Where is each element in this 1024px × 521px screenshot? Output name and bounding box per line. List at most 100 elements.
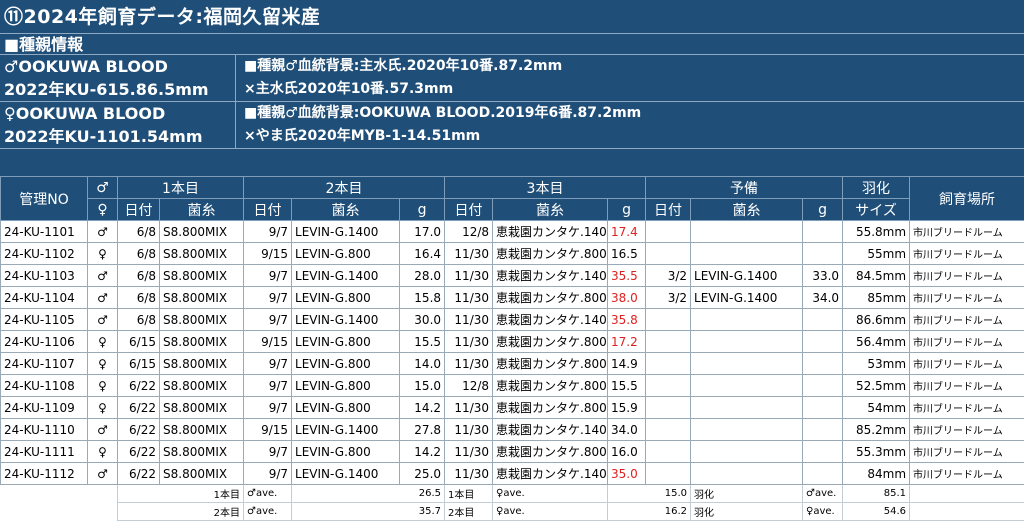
cell-fungus-2: LEVIN-G.800 [292,397,400,419]
summary-value-1: 35.7 [292,503,445,521]
cell-date-3: 12/8 [445,221,493,243]
cell-no: 24-KU-1107 [1,353,88,375]
cell-fungus-2: LEVIN-G.800 [292,243,400,265]
cell-fungus-1: S8.800MIX [160,375,244,397]
cell-g-2: 15.0 [400,375,445,397]
cell-g-2: 16.4 [400,243,445,265]
cell-fungus-2: LEVIN-G.800 [292,375,400,397]
cell-date-2: 9/7 [244,397,292,419]
cell-date-2: 9/7 [244,221,292,243]
col-g-4: g [803,199,843,221]
summary-row: 2本目♂ave.35.72本目♀ave.16.2羽化♀ave.54.6 [1,503,1024,521]
summary-label-3: 羽化 [691,503,803,521]
cell-fungus-2: LEVIN-G.1400 [292,265,400,287]
cell-fungus-1: S8.800MIX [160,397,244,419]
cell-g-3: 34.0 [608,419,646,441]
cell-g-4 [803,397,843,419]
cell-g-3: 35.8 [608,309,646,331]
cell-place: 市川ブリードルーム [910,287,1024,309]
cell-date-1: 6/15 [118,331,160,353]
cell-fungus-4 [691,221,803,243]
male-parent-lineage: ■種親♂血統背景:主水氏.2020年10番.87.2mm ×主水氏2020年10… [244,55,562,101]
table-row: 24-KU-1112♂6/22S8.800MIX9/7LEVIN-G.14002… [1,463,1024,485]
cell-date-4 [646,463,691,485]
summary-blank-cell [1,485,118,503]
cell-no: 24-KU-1105 [1,309,88,331]
cell-date-4 [646,375,691,397]
cell-g-2: 14.0 [400,353,445,375]
female-lineage-line1: ■種親♂血統背景:OOKUWA BLOOD.2019年6番.87.2mm [244,102,641,125]
cell-no: 24-KU-1111 [1,441,88,463]
cell-date-1: 6/22 [118,419,160,441]
cell-fungus-1: S8.800MIX [160,243,244,265]
male-parent-id: ♂OOKUWA BLOOD 2022年KU-615.86.5mm [0,55,236,102]
col-size-header: サイズ [843,199,910,221]
col-date-2: 日付 [244,199,292,221]
col-date-1: 日付 [118,199,160,221]
cell-fungus-4 [691,463,803,485]
cell-sex: ♀ [88,331,118,353]
table-row: 24-KU-1109♀6/22S8.800MIX9/7LEVIN-G.80014… [1,397,1024,419]
cell-g-4 [803,463,843,485]
cell-fungus-4 [691,353,803,375]
summary-label-3: 羽化 [691,485,803,503]
cell-fungus-4 [691,419,803,441]
cell-date-2: 9/7 [244,375,292,397]
cell-fungus-4 [691,309,803,331]
table-row: 24-KU-1104♂6/8S8.800MIX9/7LEVIN-G.80015.… [1,287,1024,309]
table-row: 24-KU-1108♀6/22S8.800MIX9/7LEVIN-G.80015… [1,375,1024,397]
cell-sex: ♀ [88,353,118,375]
cell-fungus-2: LEVIN-G.800 [292,353,400,375]
col-spare-header: 予備 [646,177,843,199]
col-no-header: 管理NO [1,177,88,221]
cell-date-3: 11/30 [445,419,493,441]
cell-place: 市川ブリードルーム [910,419,1024,441]
cell-date-2: 9/7 [244,463,292,485]
cell-date-2: 9/15 [244,419,292,441]
cell-date-2: 9/15 [244,243,292,265]
cell-size: 54mm [843,397,910,419]
cell-date-3: 11/30 [445,309,493,331]
cell-size: 86.6mm [843,309,910,331]
cell-fungus-3: 恵栽園カンタケ.800 [493,375,608,397]
cell-place: 市川ブリードルーム [910,441,1024,463]
cell-g-2: 25.0 [400,463,445,485]
summary-label-2: 2本目 [445,503,493,521]
cell-place: 市川ブリードルーム [910,397,1024,419]
col-g-2: g [400,199,445,221]
cell-g-4 [803,353,843,375]
cell-date-3: 11/30 [445,265,493,287]
cell-place: 市川ブリードルーム [910,331,1024,353]
cell-fungus-1: S8.800MIX [160,441,244,463]
cell-fungus-3: 恵栽園カンタケ.1400 [493,309,608,331]
cell-fungus-1: S8.800MIX [160,353,244,375]
col-date-3: 日付 [445,199,493,221]
cell-g-3: 38.0 [608,287,646,309]
female-parent-line2: 2022年KU-1101.54mm [0,125,235,148]
col-fungus-4: 菌糸 [691,199,803,221]
cell-date-1: 6/22 [118,375,160,397]
summary-value-3: 85.1 [843,485,910,503]
cell-g-4 [803,441,843,463]
summary-body: 1本目♂ave.26.51本目♀ave.15.0羽化♂ave.85.12本目 ♂a… [1,485,1024,521]
table-row: 24-KU-1102♀6/8S8.800MIX9/15LEVIN-G.80016… [1,243,1024,265]
cell-g-3: 35.0 [608,463,646,485]
cell-place: 市川ブリードルーム [910,221,1024,243]
table-row: 24-KU-1107♀6/15S8.800MIX9/7LEVIN-G.80014… [1,353,1024,375]
cell-date-3: 11/30 [445,331,493,353]
summary-ave-label-2: ♀ave. [493,503,608,521]
cell-fungus-1: S8.800MIX [160,309,244,331]
male-lineage-line2: ×主水氏2020年10番.57.3mm [244,78,562,101]
summary-label-2: 1本目 [445,485,493,503]
cell-place: 市川ブリードルーム [910,463,1024,485]
cell-fungus-3: 恵栽園カンタケ.1400 [493,221,608,243]
summary-value-2: 16.2 [608,503,691,521]
cell-g-4 [803,243,843,265]
cell-date-2: 9/7 [244,309,292,331]
summary-ave-label-1: ♂ave. [244,503,292,521]
cell-place: 市川ブリードルーム [910,265,1024,287]
cell-size: 85mm [843,287,910,309]
cell-g-3: 16.5 [608,243,646,265]
cell-date-3: 11/30 [445,463,493,485]
summary-row: 1本目♂ave.26.51本目♀ave.15.0羽化♂ave.85.1 [1,485,1024,503]
